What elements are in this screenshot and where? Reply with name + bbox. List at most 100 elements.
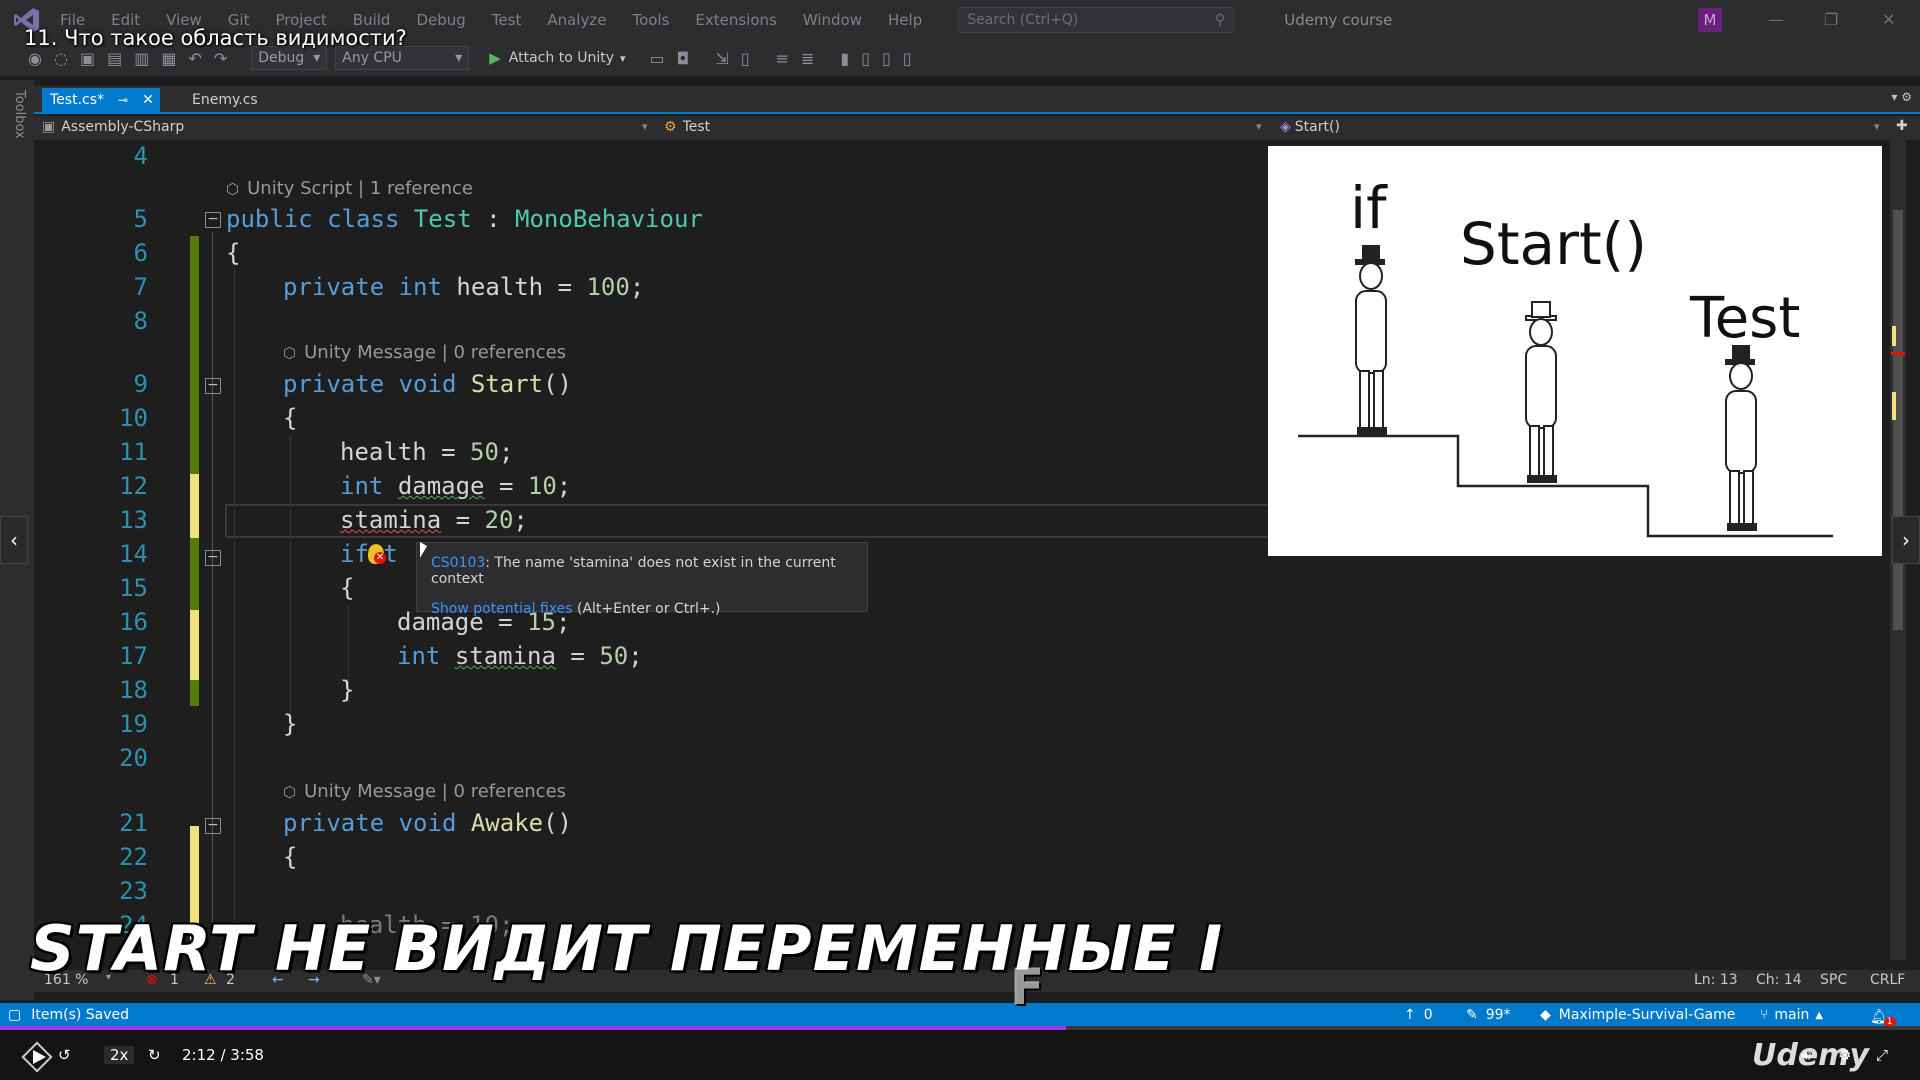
menu-debug[interactable]: Debug — [416, 11, 465, 29]
settings-gear-icon[interactable]: ⚙ — [1838, 1046, 1851, 1064]
label-if: if — [1350, 174, 1387, 242]
account-avatar[interactable]: M — [1698, 8, 1722, 32]
line-number: 14 — [119, 540, 148, 568]
repository-indicator[interactable]: ◆ Maximple-Survival-Game — [1540, 1007, 1735, 1023]
outdent-icon[interactable]: ≣ — [801, 49, 814, 68]
attach-to-unity-button[interactable]: ▶ Attach to Unity ▾ — [489, 49, 625, 67]
code-line-15: { — [340, 574, 355, 602]
tab-overflow-icon[interactable]: ▾ ⚙ — [1891, 90, 1912, 104]
menu-tools[interactable]: Tools — [632, 11, 669, 29]
punct: ; — [513, 506, 528, 534]
project-dropdown[interactable]: ▣ Assembly-CSharp — [42, 119, 184, 135]
layout-icon[interactable]: ▯ — [741, 49, 750, 68]
menu-help[interactable]: Help — [888, 11, 922, 29]
close-window-icon[interactable]: ✕ — [1882, 10, 1895, 29]
close-tab-icon[interactable]: ✕ — [142, 92, 154, 108]
next-bookmark-icon[interactable]: ▯ — [882, 49, 891, 68]
collapse-icon[interactable]: − — [205, 378, 221, 394]
codelens-text: Unity Script | 1 reference — [247, 178, 473, 199]
toolbox-tab[interactable]: Toolbox — [12, 90, 27, 139]
identifier: health = — [340, 438, 471, 466]
whitespace-indicator[interactable]: SPC — [1820, 972, 1847, 988]
open-file-icon[interactable]: ▤ — [107, 49, 122, 68]
prev-bookmark-icon[interactable]: ▯ — [861, 49, 870, 68]
collapse-icon[interactable]: − — [205, 212, 221, 228]
code-line-5: public class Test : MonoBehaviour — [226, 205, 703, 233]
code-line-9: private void Start() — [283, 370, 572, 398]
class-dropdown[interactable]: ⚙ Test — [664, 119, 710, 135]
menu-analyze[interactable]: Analyze — [547, 11, 606, 29]
tab-label: Enemy.cs — [192, 92, 258, 108]
member-dropdown[interactable]: ◈ Start() — [1280, 119, 1340, 135]
volume-icon[interactable]: 🔊︎ — [1802, 1046, 1811, 1064]
clear-bookmark-icon[interactable]: ▯ — [903, 49, 912, 68]
new-project-icon[interactable]: ▣ — [80, 49, 95, 68]
label-test: Test — [1690, 286, 1801, 351]
step-icon[interactable]: ⇲ — [715, 49, 728, 68]
git-branch-icon: ⑂ — [1760, 1007, 1769, 1023]
class-icon: ⚙ — [664, 119, 677, 135]
play-button[interactable] — [20, 1040, 54, 1074]
unity-cube-icon: ⬡ — [283, 343, 297, 362]
menu-extensions[interactable]: Extensions — [695, 11, 776, 29]
bookmark-icon[interactable]: ▮ — [840, 49, 849, 68]
push-indicator[interactable]: ↑ 0 — [1404, 1007, 1433, 1023]
video-player-controls: ↺ 2x ↻ 2:12 / 3:58 Udemy 🔊︎ ⚙ ⤢ — [0, 1030, 1920, 1080]
tab-test-cs[interactable]: Test.cs* ⊸ ✕ — [42, 88, 160, 112]
keyword: void — [398, 809, 457, 837]
identifier: health = — [456, 273, 587, 301]
punct: ; — [629, 273, 645, 301]
minimize-icon[interactable]: — — [1768, 10, 1784, 29]
label-start: Start() — [1460, 210, 1647, 278]
folder-icon[interactable]: ▭ — [650, 49, 665, 68]
undo-icon[interactable]: ↶ — [188, 49, 201, 68]
split-editor-icon[interactable]: ✚ — [1896, 118, 1908, 134]
codelens-awake[interactable]: ⬡ Unity Message | 0 references — [283, 781, 566, 802]
redo-icon[interactable]: ↷ — [214, 49, 227, 68]
attach-label: Attach to Unity — [508, 50, 614, 66]
forward-icon[interactable]: ↻ — [148, 1046, 161, 1064]
tab-label: Test.cs* — [50, 92, 105, 108]
previous-lecture-button[interactable]: ‹ — [0, 516, 28, 564]
line-number: 18 — [119, 676, 148, 704]
pending-changes-indicator[interactable]: ✎ 99* — [1466, 1007, 1511, 1023]
fullscreen-icon[interactable]: ⤢ — [1876, 1046, 1888, 1064]
code-line-7: private int health = 100; — [283, 273, 644, 301]
pin-icon[interactable]: ⊸ — [118, 93, 128, 107]
playback-speed[interactable]: 2x — [104, 1046, 135, 1064]
change-marker — [1892, 326, 1896, 346]
line-number: 22 — [119, 843, 148, 871]
fix-shortcut-hint: (Alt+Enter or Ctrl+.) — [572, 601, 721, 617]
notifications-button[interactable]: 🔔︎ 1 — [1870, 1007, 1896, 1027]
screenshot-icon[interactable]: ◘ — [677, 49, 690, 68]
restore-icon[interactable]: ❐ — [1824, 10, 1838, 29]
tab-enemy-cs[interactable]: Enemy.cs — [184, 88, 266, 112]
push-count: 0 — [1423, 1007, 1433, 1023]
back-nav-icon[interactable]: ◉ — [28, 49, 42, 68]
error-code-link[interactable]: CS0103 — [431, 555, 485, 571]
code-line-21: private void Awake() — [283, 809, 572, 837]
scrollbar-thumb[interactable] — [1893, 210, 1903, 630]
line-ending-indicator[interactable]: CRLF — [1870, 972, 1905, 988]
rewind-icon[interactable]: ↺ — [58, 1046, 71, 1064]
line-number: 16 — [119, 608, 148, 636]
menu-test[interactable]: Test — [492, 11, 522, 29]
search-input[interactable]: Search (Ctrl+Q) ⚲ — [958, 7, 1235, 33]
chevron-down-icon: ▾ — [1874, 120, 1880, 133]
menu-window[interactable]: Window — [803, 11, 862, 29]
collapse-icon[interactable]: − — [205, 550, 221, 566]
codelens-class[interactable]: ⬡ Unity Script | 1 reference — [226, 178, 473, 199]
line-number: 15 — [119, 574, 148, 602]
branch-indicator[interactable]: ⑂ main ▲ — [1760, 1007, 1823, 1023]
codelens-start[interactable]: ⬡ Unity Message | 0 references — [283, 342, 566, 363]
line-number: 21 — [119, 809, 148, 837]
show-fixes-link[interactable]: Show potential fixes — [431, 601, 573, 617]
error-marker[interactable] — [1891, 352, 1905, 355]
collapse-icon[interactable]: − — [205, 818, 221, 834]
indent-icon[interactable]: ≡ — [776, 49, 789, 68]
save-icon[interactable]: ▥ — [134, 49, 149, 68]
forward-nav-icon[interactable]: ◌ — [54, 49, 68, 68]
save-all-icon[interactable]: ▦ — [161, 49, 176, 68]
branch-name: main — [1774, 1007, 1810, 1023]
next-lecture-button[interactable]: › — [1892, 516, 1920, 564]
